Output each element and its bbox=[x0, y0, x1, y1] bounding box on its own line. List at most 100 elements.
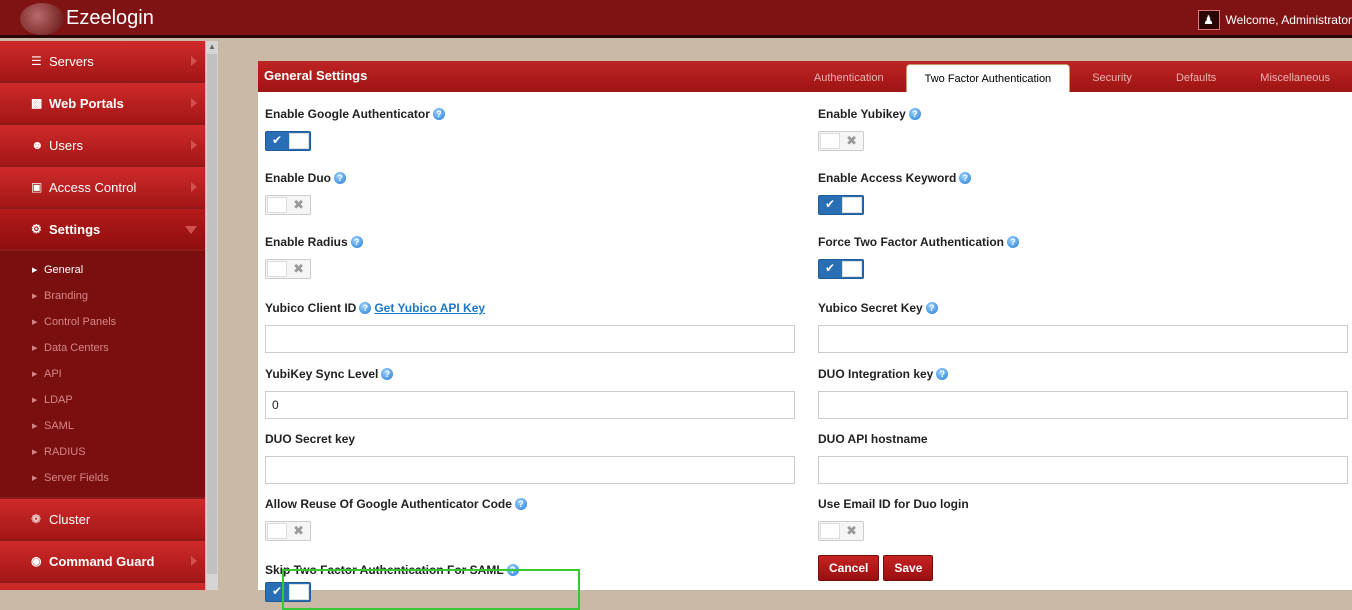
chevron-right-icon bbox=[191, 56, 197, 66]
sidebar-item-command-guard[interactable]: ◉ Command Guard bbox=[0, 541, 205, 581]
chevron-right-icon bbox=[191, 556, 197, 566]
triangle-icon: ▶ bbox=[32, 344, 44, 352]
yubico-secret-field: Yubico Secret Key? bbox=[818, 301, 1348, 353]
tab-authentication[interactable]: Authentication bbox=[792, 64, 906, 92]
tab-miscellaneous[interactable]: Miscellaneous bbox=[1238, 64, 1352, 92]
triangle-icon: ▶ bbox=[32, 396, 44, 404]
yubikey-sync-field: YubiKey Sync Level? 0 bbox=[265, 367, 795, 419]
yubico-client-id-input[interactable] bbox=[265, 325, 795, 353]
sidebar-item-next[interactable] bbox=[0, 583, 205, 590]
x-icon: ✖ bbox=[846, 133, 857, 149]
x-icon: ✖ bbox=[293, 523, 304, 539]
help-icon[interactable]: ? bbox=[359, 302, 371, 314]
tab-security[interactable]: Security bbox=[1070, 64, 1154, 92]
radius-field: Enable Radius? ✖ bbox=[265, 235, 363, 279]
access-keyword-field: Enable Access Keyword? ✔ bbox=[818, 171, 971, 215]
sidebar-item-web-portals[interactable]: ▩ Web Portals bbox=[0, 83, 205, 123]
top-bar: Ezeelogin ♟ Welcome, Administrator bbox=[0, 0, 1352, 38]
get-yubico-api-key-link[interactable]: Get Yubico API Key bbox=[374, 301, 485, 315]
help-icon[interactable]: ? bbox=[334, 172, 346, 184]
yubico-secret-input[interactable] bbox=[818, 325, 1348, 353]
sidebar-scrollbar[interactable]: ▲ bbox=[205, 41, 218, 590]
cancel-button[interactable]: Cancel bbox=[818, 555, 879, 581]
duo-field: Enable Duo? ✖ bbox=[265, 171, 346, 215]
help-icon[interactable]: ? bbox=[433, 108, 445, 120]
yubikey-sync-input[interactable]: 0 bbox=[265, 391, 795, 419]
sidebar-item-label: Cluster bbox=[49, 512, 90, 527]
scroll-thumb[interactable] bbox=[207, 54, 217, 574]
duo-toggle[interactable]: ✖ bbox=[265, 195, 311, 215]
x-icon: ✖ bbox=[846, 523, 857, 539]
sidebar-subitem-general[interactable]: ▶General bbox=[0, 257, 205, 283]
chevron-right-icon bbox=[191, 182, 197, 192]
triangle-icon: ▶ bbox=[32, 474, 44, 482]
sidebar-item-users[interactable]: ☻ Users bbox=[0, 125, 205, 165]
email-duo-toggle[interactable]: ✖ bbox=[818, 521, 864, 541]
google-auth-toggle[interactable]: ✔ bbox=[265, 131, 311, 151]
triangle-icon: ▶ bbox=[32, 370, 44, 378]
x-icon: ✖ bbox=[293, 197, 304, 213]
sidebar-subitem-branding[interactable]: ▶Branding bbox=[0, 283, 205, 309]
check-icon: ✔ bbox=[272, 133, 282, 147]
sidebar-item-servers[interactable]: ☰ Servers bbox=[0, 41, 205, 81]
user-menu[interactable]: ♟ Welcome, Administrator bbox=[1198, 10, 1352, 30]
help-icon[interactable]: ? bbox=[381, 368, 393, 380]
list-icon: ☰ bbox=[31, 54, 49, 68]
sidebar-subitem-server-fields[interactable]: ▶Server Fields bbox=[0, 465, 205, 491]
panel-header: General Settings Authentication Two Fact… bbox=[258, 61, 1352, 92]
duo-integration-input[interactable] bbox=[818, 391, 1348, 419]
sidebar-item-settings[interactable]: ⚙ Settings bbox=[0, 209, 205, 249]
sidebar-item-label: Users bbox=[49, 138, 83, 153]
help-icon[interactable]: ? bbox=[515, 498, 527, 510]
help-icon[interactable]: ? bbox=[1007, 236, 1019, 248]
form-buttons: Cancel Save bbox=[818, 555, 933, 581]
reuse-google-toggle[interactable]: ✖ bbox=[265, 521, 311, 541]
tab-defaults[interactable]: Defaults bbox=[1154, 64, 1238, 92]
force-2fa-label: Force Two Factor Authentication bbox=[818, 235, 1004, 249]
yubikey-toggle[interactable]: ✖ bbox=[818, 131, 864, 151]
save-button[interactable]: Save bbox=[883, 555, 933, 581]
help-icon[interactable]: ? bbox=[936, 368, 948, 380]
cogs-icon: ⚙ bbox=[31, 222, 49, 236]
sidebar-subitem-control-panels[interactable]: ▶Control Panels bbox=[0, 309, 205, 335]
duo-api-host-input[interactable] bbox=[818, 456, 1348, 484]
radius-toggle[interactable]: ✖ bbox=[265, 259, 311, 279]
sidebar-item-cluster[interactable]: ❁ Cluster bbox=[0, 499, 205, 539]
triangle-icon: ▶ bbox=[32, 292, 44, 300]
grid-icon: ▩ bbox=[31, 96, 49, 110]
sidebar-subitem-ldap[interactable]: ▶LDAP bbox=[0, 387, 205, 413]
yubikey-label: Enable Yubikey bbox=[818, 107, 906, 121]
yubico-client-id-label: Yubico Client ID bbox=[265, 301, 356, 315]
chevron-down-icon bbox=[185, 226, 197, 234]
tab-two-factor-authentication[interactable]: Two Factor Authentication bbox=[906, 64, 1071, 92]
triangle-icon: ▶ bbox=[32, 266, 44, 274]
sidebar-subitem-api[interactable]: ▶API bbox=[0, 361, 205, 387]
reuse-google-field: Allow Reuse Of Google Authenticator Code… bbox=[265, 497, 527, 541]
email-duo-label: Use Email ID for Duo login bbox=[818, 497, 969, 511]
logo-icon bbox=[20, 3, 64, 35]
duo-secret-input[interactable] bbox=[265, 456, 795, 484]
sidebar-subitem-saml[interactable]: ▶SAML bbox=[0, 413, 205, 439]
sidebar-item-label: Web Portals bbox=[49, 96, 124, 111]
sidebar-item-label: Settings bbox=[49, 222, 100, 237]
help-icon[interactable]: ? bbox=[959, 172, 971, 184]
sidebar-subitem-data-centers[interactable]: ▶Data Centers bbox=[0, 335, 205, 361]
x-icon: ✖ bbox=[293, 261, 304, 277]
users-icon: ☻ bbox=[31, 138, 49, 152]
subitem-label: General bbox=[44, 264, 83, 276]
access-keyword-toggle[interactable]: ✔ bbox=[818, 195, 864, 215]
sidebar-subitem-radius[interactable]: ▶RADIUS bbox=[0, 439, 205, 465]
yubikey-sync-label: YubiKey Sync Level bbox=[265, 367, 378, 381]
main-content: General Settings Authentication Two Fact… bbox=[218, 41, 1352, 590]
access-keyword-label: Enable Access Keyword bbox=[818, 171, 956, 185]
scroll-up-icon[interactable]: ▲ bbox=[206, 41, 218, 53]
force-2fa-toggle[interactable]: ✔ bbox=[818, 259, 864, 279]
user-icon: ♟ bbox=[1198, 10, 1220, 30]
help-icon[interactable]: ? bbox=[351, 236, 363, 248]
sidebar-item-access-control[interactable]: ▣ Access Control bbox=[0, 167, 205, 207]
help-icon[interactable]: ? bbox=[909, 108, 921, 120]
cluster-icon: ❁ bbox=[31, 512, 49, 526]
subitem-label: Control Panels bbox=[44, 316, 116, 328]
help-icon[interactable]: ? bbox=[926, 302, 938, 314]
welcome-text: Welcome, Administrator bbox=[1226, 13, 1352, 27]
